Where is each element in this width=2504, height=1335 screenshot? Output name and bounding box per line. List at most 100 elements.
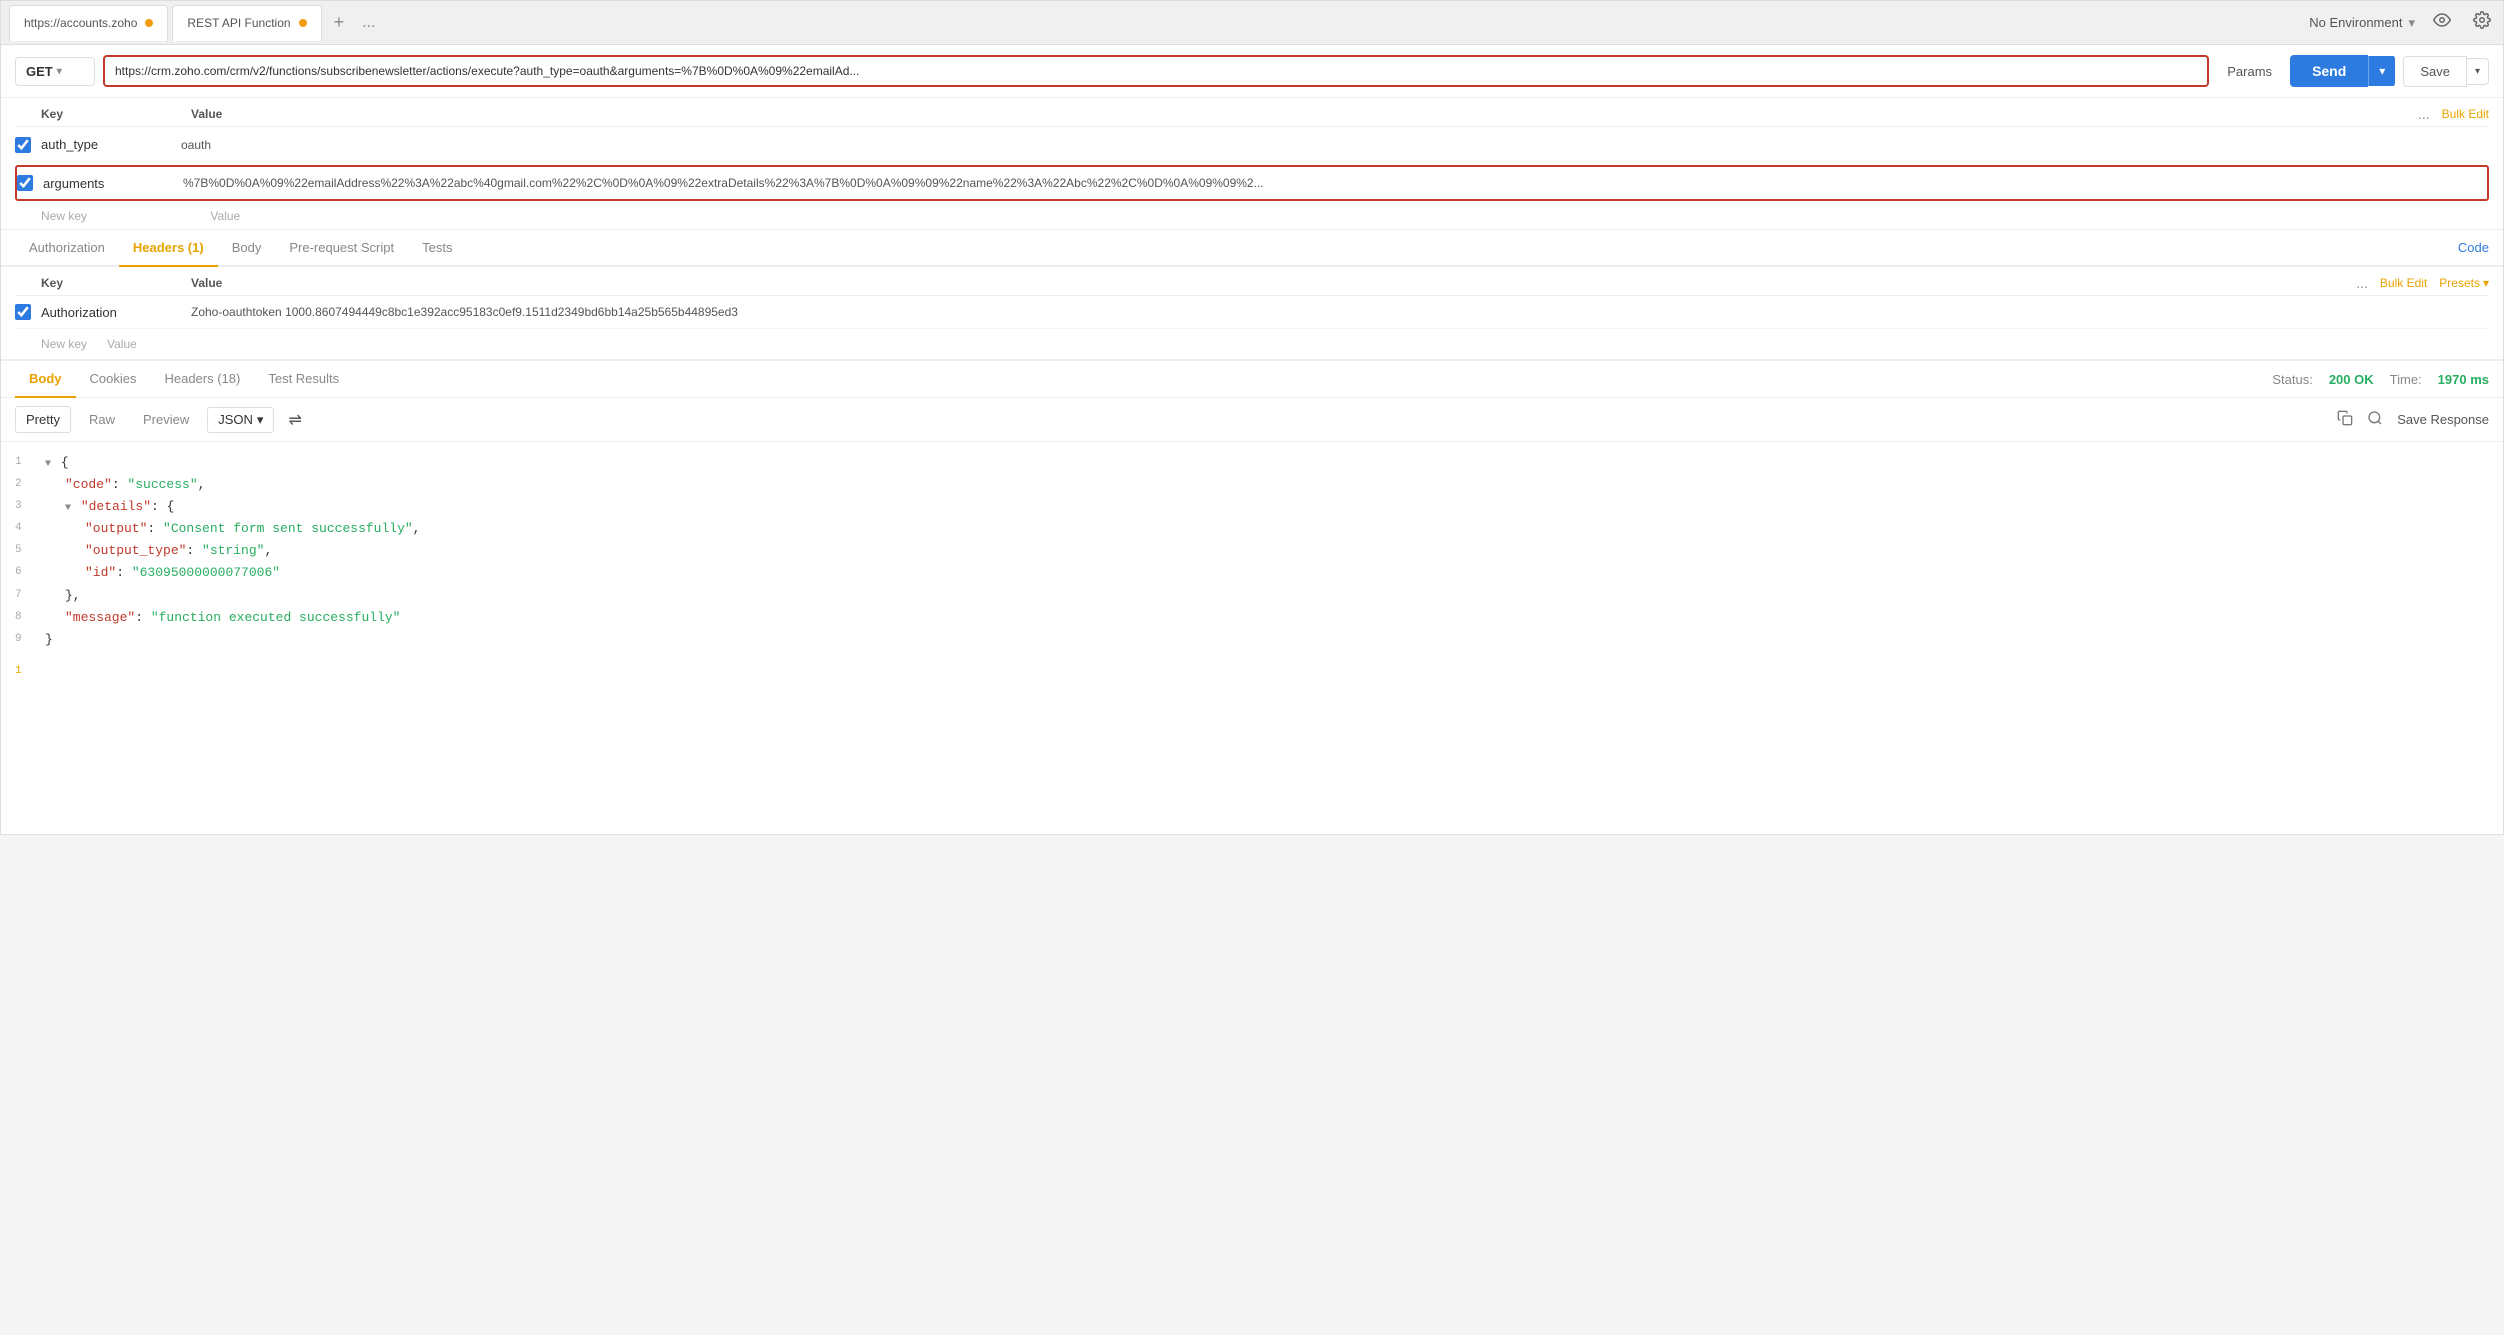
send-button[interactable]: Send [2290, 55, 2368, 87]
param-row-2-checkbox[interactable] [17, 175, 33, 191]
save-response-button[interactable]: Save Response [2397, 412, 2489, 427]
tab-more-button[interactable]: ... [356, 10, 381, 36]
save-dropdown-button[interactable]: ▾ [2467, 58, 2489, 85]
headers-presets-button[interactable]: Presets ▾ [2439, 276, 2489, 290]
res-tab-cookies[interactable]: Cookies [76, 361, 151, 398]
time-value: 1970 ms [2438, 372, 2489, 387]
params-new-key-label: New key [41, 209, 87, 223]
tab-body[interactable]: Body [218, 230, 276, 267]
send-dropdown-button[interactable]: ▾ [2368, 56, 2395, 86]
headers-new-row: New key Value [15, 329, 2489, 359]
tab-accounts-zoho[interactable]: https://accounts.zoho [9, 5, 168, 41]
format-type-select[interactable]: JSON ▾ [207, 407, 274, 433]
params-col-value-header: Value [191, 107, 2418, 121]
res-tab-test-results[interactable]: Test Results [254, 361, 353, 398]
params-new-row: New key Value [15, 203, 2489, 229]
save-button[interactable]: Save [2403, 56, 2467, 87]
env-label: No Environment [2309, 15, 2402, 30]
res-tab-headers[interactable]: Headers (18) [150, 361, 254, 398]
header-row-1-checkbox[interactable] [15, 304, 31, 320]
format-bar-right: Save Response [2337, 410, 2489, 430]
tab-headers[interactable]: Headers (1) [119, 230, 218, 267]
tab-dot-orange-1 [145, 19, 153, 27]
code-button[interactable]: Code [2458, 240, 2489, 255]
json-line-7: 7 }, [15, 585, 2489, 607]
headers-more-dots[interactable]: ... [2356, 275, 2368, 291]
params-more-dots[interactable]: ... [2418, 106, 2430, 122]
params-col-key-header: Key [41, 107, 191, 121]
header-row-1-value: Zoho-oauthtoken 1000.8607494449c8bc1e392… [191, 305, 2489, 319]
url-input[interactable] [103, 55, 2209, 87]
headers-section: Key Value ... Bulk Edit Presets ▾ Author… [1, 267, 2503, 360]
json-line-1: 1 ▼ { [15, 452, 2489, 474]
params-button[interactable]: Params [2217, 58, 2282, 85]
format-type-arrow-icon: ▾ [257, 412, 264, 428]
json-line-4: 4 "output": "Consent form sent successfu… [15, 518, 2489, 540]
collapse-1[interactable]: ▼ [45, 459, 51, 470]
wrap-icon[interactable]: ⇌ [288, 410, 301, 430]
params-bulk-edit-button[interactable]: Bulk Edit [2442, 107, 2489, 121]
header-row-1: Authorization Zoho-oauthtoken 1000.86074… [15, 296, 2489, 329]
env-selector[interactable]: No Environment ▾ [2309, 15, 2415, 31]
line-num-6: 6 [15, 562, 45, 582]
tab-rest-api-label: REST API Function [187, 16, 290, 30]
copy-icon[interactable] [2337, 410, 2353, 430]
tab-authorization[interactable]: Authorization [15, 230, 119, 267]
json-line-5: 5 "output_type": "string", [15, 540, 2489, 562]
line-num-8: 8 [15, 607, 45, 627]
line-num-4: 4 [15, 518, 45, 538]
line-num-5: 5 [15, 540, 45, 560]
line-num-3: 3 [15, 496, 45, 516]
json-line-9: 9 } [15, 629, 2489, 651]
headers-new-value-label: Value [107, 337, 137, 351]
param-row-1-value: oauth [181, 138, 2489, 152]
tab-bar: https://accounts.zoho REST API Function … [1, 1, 2503, 45]
tab-rest-api[interactable]: REST API Function [172, 5, 321, 41]
send-btn-group: Send ▾ [2290, 55, 2395, 87]
tab-bar-left: https://accounts.zoho REST API Function … [9, 5, 381, 41]
param-row-2-key: arguments [43, 176, 183, 191]
param-row-1-checkbox[interactable] [15, 137, 31, 153]
status-label: Status: [2272, 372, 2312, 387]
params-header: Key Value ... Bulk Edit [15, 98, 2489, 127]
headers-col-key-header: Key [41, 276, 191, 290]
eye-icon-btn[interactable] [2429, 7, 2455, 38]
tab-bar-right: No Environment ▾ [2309, 7, 2495, 38]
line-num-2: 2 [15, 474, 45, 494]
param-row-2: arguments %7B%0D%0A%09%22emailAddress%22… [15, 165, 2489, 201]
headers-col-value-header: Value [191, 276, 2356, 290]
headers-header: Key Value ... Bulk Edit Presets ▾ [15, 267, 2489, 296]
app-container: https://accounts.zoho REST API Function … [0, 0, 2504, 835]
url-bar: GET ▾ Params Send ▾ Save ▾ [1, 45, 2503, 98]
tab-dot-orange-2 [299, 19, 307, 27]
settings-icon-btn[interactable] [2469, 7, 2495, 38]
tab-pre-request-script[interactable]: Pre-request Script [275, 230, 408, 267]
params-header-actions: ... Bulk Edit [2418, 106, 2489, 122]
header-row-1-key: Authorization [41, 305, 191, 320]
params-new-value-label: Value [210, 209, 240, 223]
time-label: Time: [2390, 372, 2422, 387]
res-tab-body[interactable]: Body [15, 361, 76, 398]
search-icon[interactable] [2367, 410, 2383, 430]
headers-new-key-label: New key [41, 337, 87, 351]
bottom-line-num: 1 [1, 661, 2503, 687]
response-tabs-bar: Body Cookies Headers (18) Test Results S… [1, 360, 2503, 398]
headers-bulk-edit-button[interactable]: Bulk Edit [2380, 276, 2427, 290]
response-section: Body Cookies Headers (18) Test Results S… [1, 360, 2503, 687]
collapse-3[interactable]: ▼ [65, 503, 71, 514]
json-line-2: 2 "code": "success", [15, 474, 2489, 496]
method-label: GET [26, 64, 53, 79]
method-arrow-icon: ▾ [57, 66, 62, 77]
param-row-2-value: %7B%0D%0A%09%22emailAddress%22%3A%22abc%… [183, 176, 2487, 190]
save-btn-group: Save ▾ [2403, 56, 2489, 87]
tab-add-button[interactable]: + [326, 8, 353, 37]
tab-tests[interactable]: Tests [408, 230, 466, 267]
param-row-1: auth_type oauth [15, 127, 2489, 163]
response-status: Status: 200 OK Time: 1970 ms [2272, 372, 2489, 387]
format-bar: Pretty Raw Preview JSON ▾ ⇌ [1, 398, 2503, 442]
json-line-3: 3 ▼ "details": { [15, 496, 2489, 518]
format-tab-pretty[interactable]: Pretty [15, 406, 71, 433]
method-select[interactable]: GET ▾ [15, 57, 95, 86]
format-tab-preview[interactable]: Preview [133, 407, 199, 432]
format-tab-raw[interactable]: Raw [79, 407, 125, 432]
